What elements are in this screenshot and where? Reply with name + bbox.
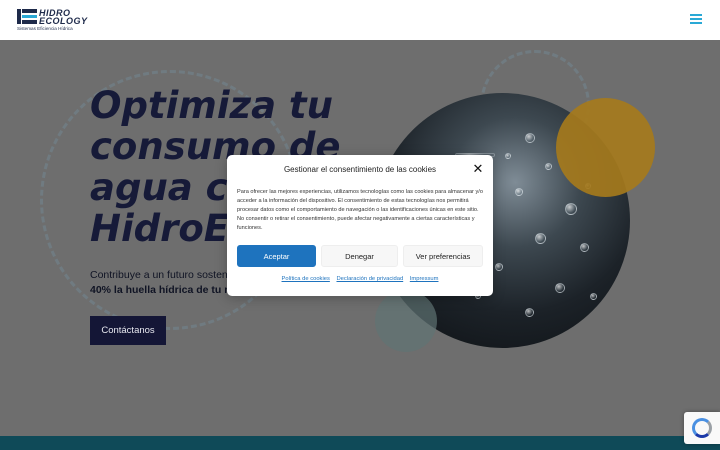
- contact-button[interactable]: Contáctanos: [90, 316, 166, 345]
- cookie-modal-title: Gestionar el consentimiento de las cooki…: [283, 165, 437, 174]
- footer-strip: [0, 436, 720, 450]
- accept-cookies-button[interactable]: Aceptar: [237, 245, 316, 267]
- cookie-modal-body: Para ofrecer las mejores experiencias, u…: [237, 189, 483, 231]
- logo-tagline: Sistemas Eficiencia Hídrica: [17, 26, 73, 31]
- cookie-modal-links: Política de cookies Declaración de priva…: [227, 276, 493, 282]
- hero-title-line: Optimiza tu: [90, 84, 333, 127]
- close-icon[interactable]: ✕: [472, 162, 484, 175]
- decorative-orange-circle: [556, 98, 655, 197]
- impressum-link[interactable]: Impressum: [410, 276, 439, 282]
- logo-text-ecology: ECOLOGY: [39, 16, 88, 26]
- decorative-teal-circle: [375, 290, 437, 352]
- cookie-policy-link[interactable]: Política de cookies: [282, 276, 330, 282]
- hero-subtitle-line-bold: 40% la huella hídrica de tu ne: [90, 284, 237, 296]
- hero-subtitle-line: Contribuye a un futuro sosten: [90, 269, 228, 281]
- deny-cookies-button[interactable]: Denegar: [321, 245, 398, 267]
- privacy-statement-link[interactable]: Declaración de privacidad: [336, 276, 403, 282]
- logo-mark-icon: [17, 9, 37, 24]
- site-logo[interactable]: HIDRO ECOLOGY Sistemas Eficiencia Hídric…: [17, 8, 87, 34]
- recaptcha-icon[interactable]: [684, 412, 720, 444]
- hamburger-menu-icon[interactable]: [690, 14, 702, 24]
- view-preferences-button[interactable]: Ver preferencias: [403, 245, 483, 267]
- hero-subtitle: Contribuye a un futuro sosten 40% la hue…: [90, 268, 236, 298]
- cookie-consent-modal: Gestionar el consentimiento de las cooki…: [227, 155, 493, 296]
- cookie-modal-buttons: Aceptar Denegar Ver preferencias: [237, 245, 483, 267]
- site-header: HIDRO ECOLOGY Sistemas Eficiencia Hídric…: [0, 0, 720, 40]
